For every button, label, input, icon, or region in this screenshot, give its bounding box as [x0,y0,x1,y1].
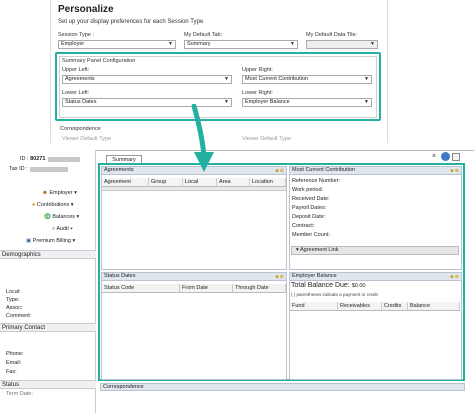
menu-audit[interactable]: ⌕ Audit ▾ [52,226,73,233]
mcc-header: Most Current Contribution ■ ⊕ [290,167,461,175]
viewer-default-type-label: Viewer Default Type [242,136,292,142]
balance-note: ( ) parentheses indicate a payment or cr… [291,292,378,297]
chevron-down-icon: ▼ [168,41,173,47]
column-header[interactable]: Location [250,178,286,186]
window-icon[interactable] [452,153,460,161]
menu-employer[interactable]: ☻ Employer ▾ [42,190,77,196]
panel-tools-icon[interactable]: ■ ⊕ [275,274,284,281]
redacted-bar [48,157,80,162]
upper-right-select[interactable]: Most Current Contribution ▼ [242,75,372,84]
primary-contact-header: Primary Contact [0,323,96,332]
correspondence-bar[interactable]: Correspondence [100,383,465,391]
id-row: ID : 80271 [20,156,46,162]
magnifier-icon: ⌕ [52,226,56,232]
taxid-label: Tax ID : [9,166,28,172]
mcc-field: Contract: [292,223,315,229]
refresh-icon[interactable] [441,152,450,161]
correspondence-label: Correspondence [60,126,101,132]
chevron-down-icon: ▾ [296,247,299,253]
mcc-field: Payroll Dates: [292,205,327,211]
menu-balances[interactable]: ♎ Balances ▾ [44,214,79,220]
status-dates-column-headers: Status Code From Date Through Date [102,284,286,293]
demographics-field: Local: [6,289,21,295]
contact-field: Fax: [6,369,17,375]
default-tab-select[interactable]: Summary ▼ [184,40,298,49]
mcc-field: Work period: [292,187,324,193]
default-tile-select[interactable]: ▼ [306,40,378,49]
mcc-field: Member Count: [292,232,330,238]
personalize-title: Personalize [58,4,114,15]
column-header[interactable]: Credits [382,302,408,310]
total-balance-value: $0.00 [351,283,366,289]
column-header[interactable]: Through Date [233,284,286,292]
mcc-field: Reference Number: [292,178,340,184]
session-type-label: Session Type : [58,32,94,38]
status-header: Status [0,380,96,389]
chevron-down-icon: ▼ [290,41,295,47]
column-header[interactable]: Balance [408,302,460,310]
column-header[interactable]: Area [217,178,250,186]
horizontal-scrollbar[interactable] [102,187,286,191]
lower-left-label: Lower Left: [62,90,90,96]
lower-right-select[interactable]: Employer Balance ▼ [242,98,372,107]
id-value: 80271 [30,156,46,162]
chevron-down-icon: ▼ [370,41,375,47]
panel-tools-icon[interactable]: ■ ⊕ [450,274,459,281]
contact-field: Email: [6,360,22,366]
mcc-field: Received Date: [292,196,330,202]
total-balance-row: Total Balance Due: $0.00 [291,282,366,289]
person-icon: ☻ [42,190,48,196]
contact-field: Phone: [6,351,24,357]
scale-icon: ♎ [44,214,51,220]
agreements-panel: Agreements ■ ⊕ Agreement Group Local Area… [101,166,287,270]
correspondence-sub: Viewer Default Type [62,136,112,142]
menu-premium-billing[interactable]: ▣ Premium Billing ▾ [26,238,75,244]
upper-right-label: Upper Right: [242,67,273,73]
default-tile-label: My Default Data Tile: [306,32,358,38]
status-dates-header: Status Dates ■ ⊕ [102,273,286,281]
panel-tools-icon[interactable]: ■ ⊕ [275,168,284,175]
status-field: Term Date: [6,391,33,397]
session-type-select[interactable]: Employer ▼ [58,40,176,49]
status-dates-panel: Status Dates ■ ⊕ Status Code From Date Th… [101,272,287,380]
demographics-field: Assoc: [6,305,23,311]
demographics-header: Demographics [0,250,96,259]
panel-tools-icon[interactable]: ■ ⊕ [450,168,459,175]
column-header[interactable]: Status Code [102,284,180,292]
chevron-down-icon: ▼ [224,99,229,105]
agreements-column-headers: Agreement Group Local Area Location [102,178,286,187]
redacted-bar [30,167,68,172]
upper-left-label: Upper Left: [62,67,90,73]
coins-icon: ● [32,202,36,208]
personalize-subtitle: Set up your display preferences for each… [58,19,204,25]
column-header[interactable]: Agreement [102,178,149,186]
column-header[interactable]: Local [183,178,217,186]
lower-right-label: Lower Right: [242,90,273,96]
upper-left-select[interactable]: Agreements ▼ [62,75,232,84]
demographics-field: Comment: [6,313,32,319]
column-header[interactable]: Receivables [338,302,382,310]
close-icon[interactable]: × [432,153,436,160]
config-title: Summary Panel Configuration [62,58,136,64]
default-tab-label: My Default Tab: [184,32,223,38]
billing-icon: ▣ [26,238,32,244]
employer-balance-header: Employer Balance ■ ⊕ [290,273,461,281]
menu-contributions[interactable]: ● Contributions ▾ [32,202,74,208]
column-header[interactable]: Fund [290,302,338,310]
teal-arrow-icon [191,104,214,172]
agreement-link-expander[interactable]: ▾ Agreement Link [291,246,459,255]
chevron-down-icon: ▼ [224,76,229,82]
employer-balance-column-headers: Fund Receivables Credits Balance [290,302,460,311]
demographics-field: Type: [6,297,20,303]
column-header[interactable]: From Date [180,284,233,292]
chevron-down-icon: ▼ [364,99,369,105]
mcc-field: Deposit Date: [292,214,326,220]
column-header[interactable]: Group [149,178,183,186]
chevron-down-icon: ▼ [364,76,369,82]
